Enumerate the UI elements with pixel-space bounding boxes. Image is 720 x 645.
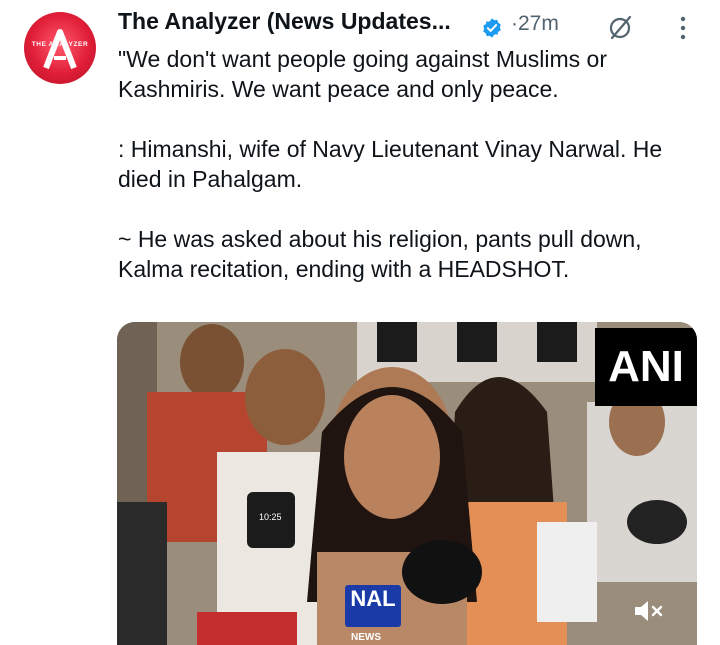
post-paragraph: "We don't want people going against Musl… [118, 46, 614, 102]
grok-icon[interactable] [608, 14, 634, 40]
post-paragraph: : Himanshi, wife of Navy Lieutenant Vina… [118, 136, 669, 192]
post-text: "We don't want people going against Musl… [118, 44, 708, 284]
author-name[interactable]: The Analyzer (News Updates... [118, 8, 451, 35]
verified-badge-icon [483, 18, 501, 38]
analyzer-logo-icon [43, 29, 77, 70]
post-video[interactable]: 10:25 NAL NEWS ANI [117, 322, 697, 645]
post-paragraph: ~ He was asked about his religion, pants… [118, 226, 648, 282]
more-dots-icon[interactable] [673, 14, 693, 42]
watermark-logo: ANI [595, 328, 697, 406]
volume-mute-icon[interactable] [631, 597, 667, 625]
avatar[interactable]: THE ANALYZER [24, 12, 96, 84]
mic-flag-sub: NEWS [351, 632, 381, 643]
phone-clock: 10:25 [259, 512, 282, 522]
post-header: The Analyzer (News Updates... ·27m [118, 8, 708, 40]
mic-flag: NAL [345, 585, 401, 627]
post-time[interactable]: ·27m [511, 12, 559, 36]
avatar-logo-text: THE ANALYZER [31, 41, 89, 48]
